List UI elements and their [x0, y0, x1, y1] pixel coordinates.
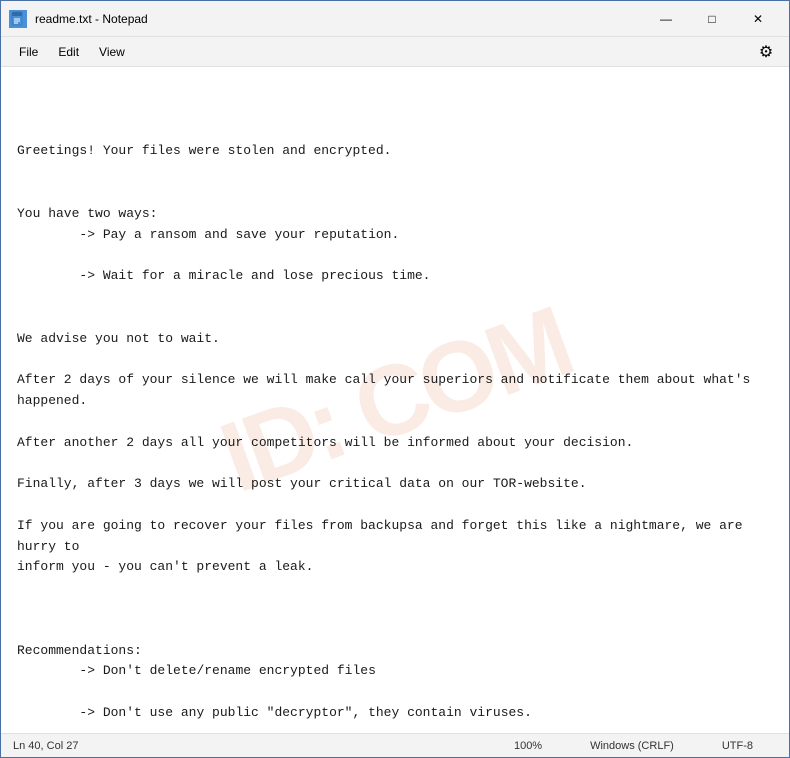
- settings-icon: ⚙: [759, 42, 773, 62]
- cursor-position: Ln 40, Col 27: [13, 740, 78, 752]
- app-icon: [9, 10, 27, 28]
- edit-menu[interactable]: Edit: [48, 41, 89, 63]
- window-controls: — □ ✕: [643, 1, 781, 37]
- editor-content: Greetings! Your files were stolen and en…: [17, 141, 773, 733]
- zoom-level: 100%: [514, 740, 542, 752]
- line-ending: Windows (CRLF): [590, 740, 674, 752]
- status-bar: Ln 40, Col 27 100% Windows (CRLF) UTF-8: [1, 733, 789, 757]
- settings-button[interactable]: ⚙: [751, 39, 781, 65]
- title-bar: readme.txt - Notepad — □ ✕: [1, 1, 789, 37]
- file-menu[interactable]: File: [9, 41, 48, 63]
- maximize-button[interactable]: □: [689, 1, 735, 37]
- status-right: 100% Windows (CRLF) UTF-8: [514, 740, 777, 752]
- notepad-window: readme.txt - Notepad — □ ✕ File Edit Vie…: [0, 0, 790, 758]
- window-title: readme.txt - Notepad: [35, 12, 643, 26]
- close-button[interactable]: ✕: [735, 1, 781, 37]
- menu-bar: File Edit View ⚙: [1, 37, 789, 67]
- editor-area[interactable]: ID: COM Greetings! Your files were stole…: [1, 67, 789, 733]
- encoding: UTF-8: [722, 740, 753, 752]
- view-menu[interactable]: View: [89, 41, 135, 63]
- minimize-button[interactable]: —: [643, 1, 689, 37]
